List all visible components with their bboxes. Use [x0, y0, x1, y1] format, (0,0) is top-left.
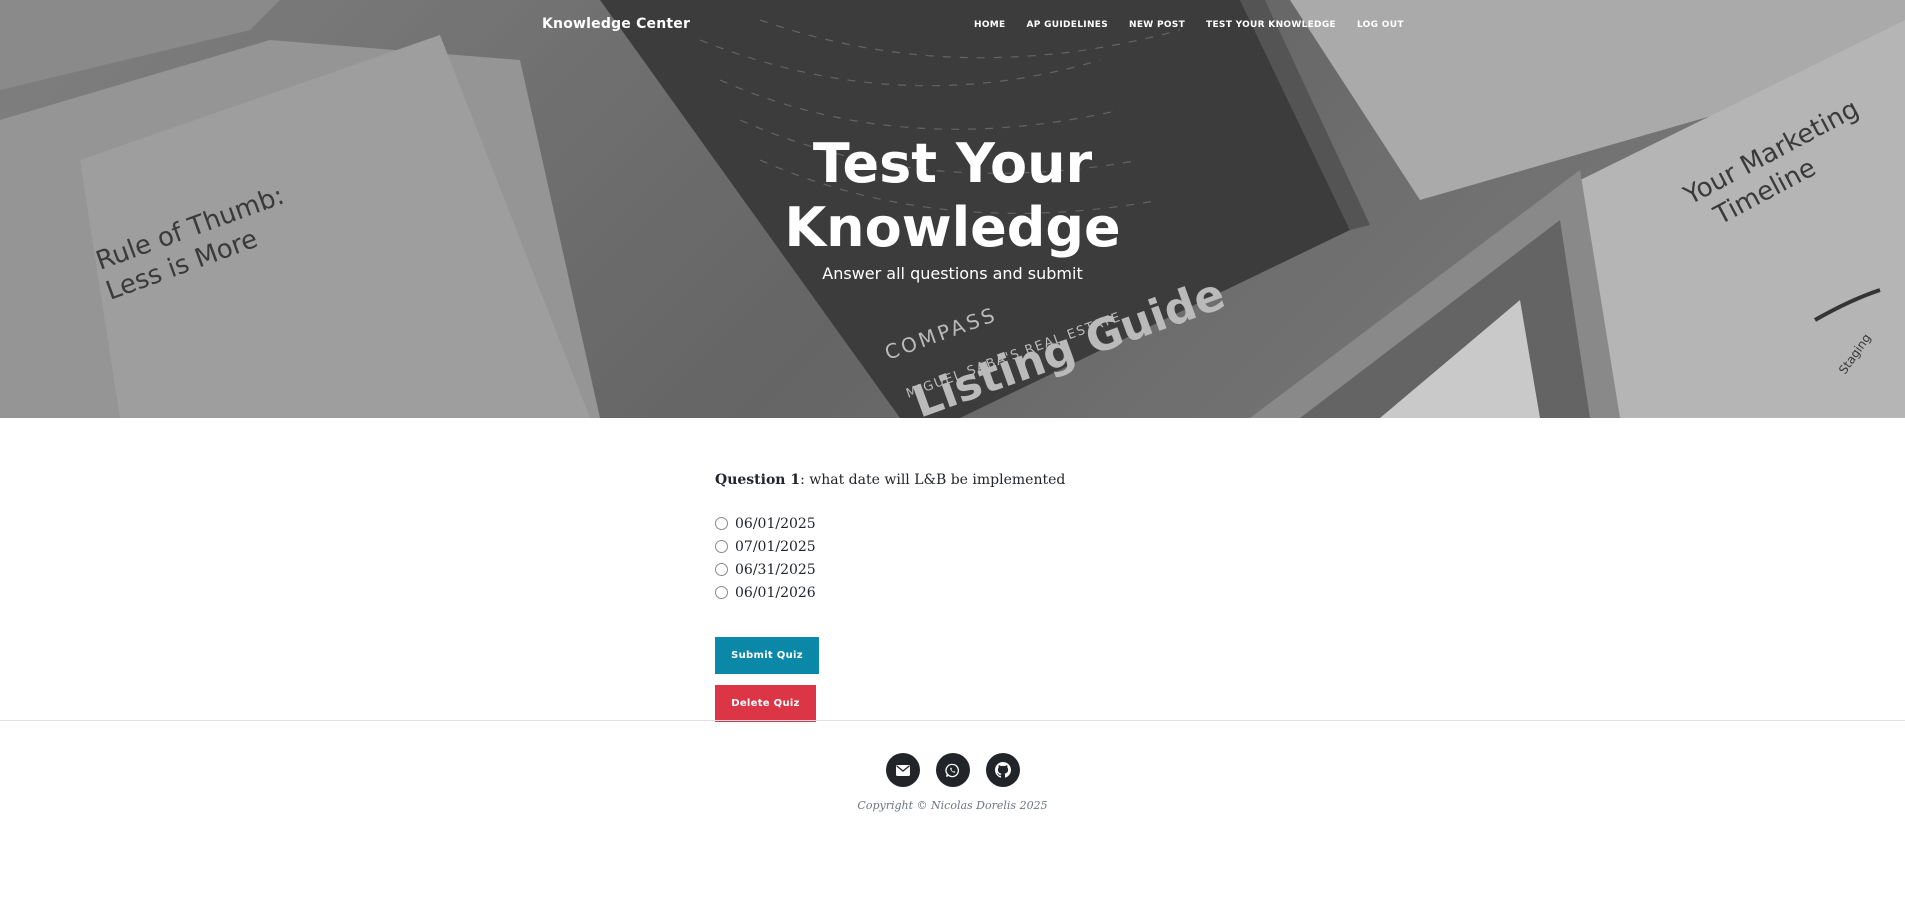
- nav-link-log-out[interactable]: Log Out: [1357, 20, 1404, 30]
- whatsapp-link[interactable]: [935, 753, 970, 787]
- radio-button[interactable]: [715, 586, 728, 599]
- hero-header: Rule of Thumb: Less is More Your Marketi…: [0, 0, 1905, 418]
- nav-link-new-post[interactable]: New Post: [1129, 20, 1185, 30]
- answer-option[interactable]: 07/01/2025: [715, 535, 1215, 558]
- brand-logo-link[interactable]: Knowledge Center: [542, 16, 690, 32]
- submit-quiz-button[interactable]: Submit Quiz: [715, 637, 819, 674]
- answer-option-label: 06/01/2025: [735, 515, 816, 532]
- page-footer: Copyright © Nicolas Dorelis 2025: [0, 720, 1905, 904]
- whatsapp-icon: [945, 763, 960, 777]
- nav-link-test-your-knowledge[interactable]: Test Your Knowledge: [1206, 20, 1336, 30]
- github-icon: [994, 762, 1011, 778]
- answer-option[interactable]: 06/01/2025: [715, 512, 1215, 535]
- social-links: [0, 753, 1905, 787]
- answer-options: 06/01/2025 07/01/2025 06/31/2025 06/01/2…: [715, 512, 1215, 604]
- copyright-text: Copyright © Nicolas Dorelis 2025: [857, 799, 1048, 812]
- answer-option-label: 07/01/2025: [735, 538, 816, 555]
- main-navbar: Knowledge Center Home AP Guidelines New …: [0, 0, 1905, 52]
- question-1: Question 1: what date will L&B be implem…: [715, 472, 1215, 488]
- delete-quiz-button[interactable]: Delete Quiz: [715, 685, 816, 722]
- answer-option[interactable]: 06/01/2026: [715, 581, 1215, 604]
- nav-link-home[interactable]: Home: [974, 20, 1006, 30]
- nav-link-ap-guidelines[interactable]: AP Guidelines: [1027, 20, 1109, 30]
- page-title: Test Your Knowledge: [784, 132, 1121, 259]
- answer-option-label: 06/31/2025: [735, 561, 816, 578]
- email-link[interactable]: [885, 753, 920, 787]
- hero-heading: Test Your Knowledge Answer all questions…: [0, 132, 1905, 283]
- question-text: : what date will L&B be implemented: [800, 472, 1066, 488]
- radio-button[interactable]: [715, 540, 728, 553]
- github-link[interactable]: [985, 753, 1020, 787]
- question-number: Question 1: [715, 472, 801, 488]
- answer-option-label: 06/01/2026: [735, 584, 816, 601]
- radio-button[interactable]: [715, 517, 728, 530]
- answer-option[interactable]: 06/31/2025: [715, 558, 1215, 581]
- radio-button[interactable]: [715, 563, 728, 576]
- page-subtitle: Answer all questions and submit: [822, 264, 1083, 283]
- envelope-icon: [895, 764, 910, 776]
- quiz-form: Question 1: what date will L&B be implem…: [715, 472, 1215, 722]
- nav-links: Home AP Guidelines New Post Test Your Kn…: [974, 20, 1425, 30]
